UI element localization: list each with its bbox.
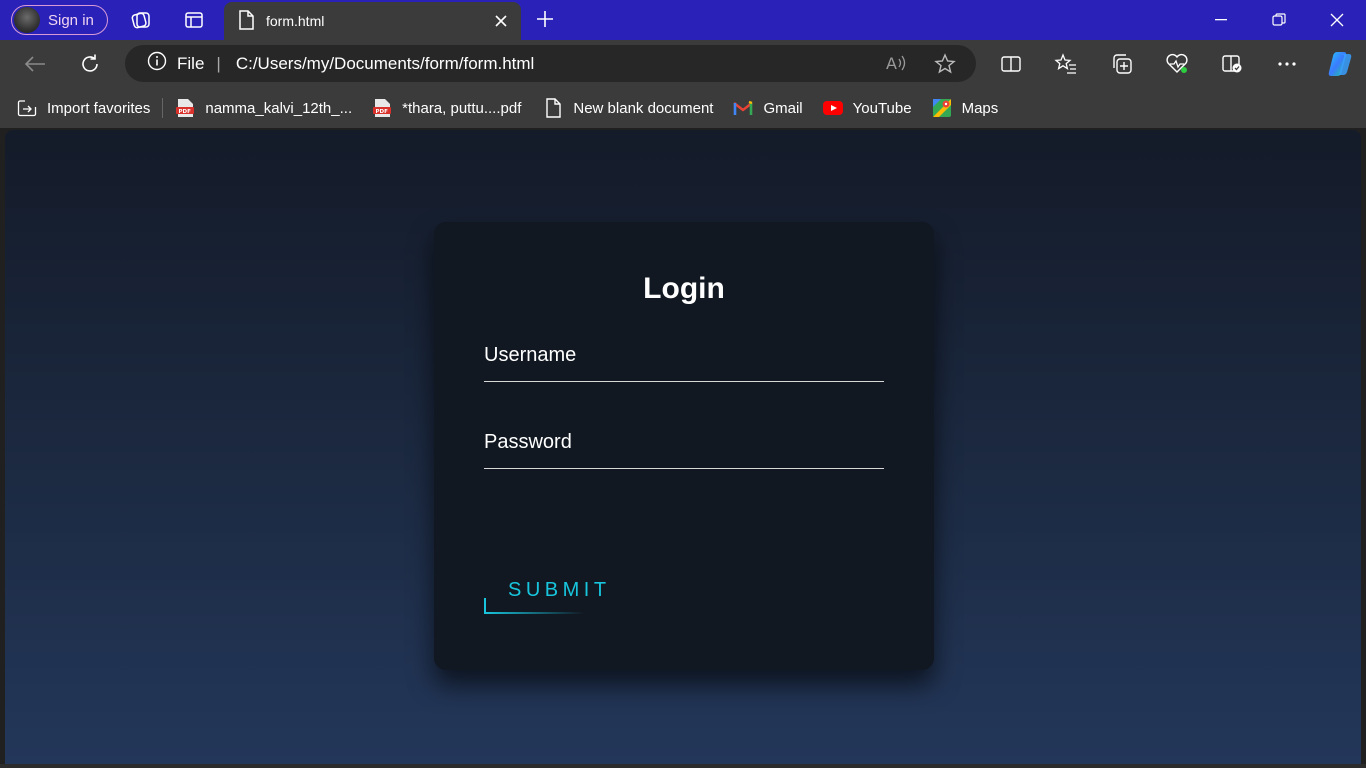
bookmark-label: *thara, puttu....pdf (402, 99, 522, 117)
close-window-icon[interactable] (1308, 0, 1366, 40)
avatar (14, 7, 40, 33)
gmail-icon (733, 98, 754, 118)
favorites-icon[interactable] (1054, 52, 1078, 76)
pdf-icon: PDF (175, 98, 195, 118)
password-field[interactable]: Password (484, 429, 884, 469)
submit-label: SUBMIT (508, 579, 611, 601)
favorite-star-icon[interactable] (934, 53, 956, 80)
read-aloud-icon[interactable]: A (886, 53, 908, 78)
maps-icon (932, 98, 952, 118)
document-icon (543, 98, 563, 118)
svg-text:A: A (886, 54, 897, 73)
bookmark-label: namma_kalvi_12th_... (205, 99, 353, 117)
bookmark-thara-puttu[interactable]: PDF *thara, puttu....pdf (372, 93, 521, 123)
svg-text:PDF: PDF (179, 109, 192, 115)
address-separator: | (216, 53, 221, 73)
profile-button[interactable]: Sign in (11, 5, 108, 35)
bookmark-gmail[interactable]: Gmail (733, 93, 803, 123)
submit-accent-horizontal (484, 612, 584, 614)
bookmark-maps[interactable]: Maps (932, 93, 999, 123)
address-scheme: File (177, 53, 205, 73)
bookmark-new-blank-document[interactable]: New blank document (543, 93, 713, 123)
browser-essentials-icon[interactable] (1165, 52, 1189, 76)
password-label: Password (484, 431, 572, 453)
svg-text:PDF: PDF (376, 109, 389, 115)
bookmark-label: Import favorites (47, 99, 151, 117)
split-screen-icon[interactable] (999, 52, 1023, 76)
workspaces-icon[interactable] (130, 9, 152, 31)
username-field[interactable]: Username (484, 342, 884, 382)
bookmarks-bar: Import favorites PDF namma_kalvi_12th_..… (0, 88, 1366, 128)
copilot-icon[interactable] (1324, 48, 1356, 80)
tab-actions-icon[interactable] (183, 9, 205, 31)
tab-title: form.html (266, 13, 325, 29)
profile-label: Sign in (48, 11, 94, 29)
page-viewport: Login Username Password SUBMIT (5, 130, 1361, 764)
more-options-icon[interactable] (1275, 52, 1299, 76)
document-icon (238, 9, 254, 33)
close-tab-icon[interactable] (491, 11, 511, 31)
bottom-edge (0, 764, 1366, 768)
bookmark-separator (162, 98, 164, 118)
login-card: Login Username Password SUBMIT (434, 222, 934, 670)
submit-button[interactable]: SUBMIT (484, 568, 624, 616)
site-info-icon[interactable] (147, 51, 167, 76)
youtube-icon (822, 98, 843, 118)
restore-icon[interactable] (1250, 0, 1308, 40)
username-label: Username (484, 344, 577, 366)
import-icon (17, 98, 37, 118)
refresh-icon[interactable] (78, 52, 102, 76)
address-url[interactable]: C:/Users/my/Documents/form/form.html (236, 54, 535, 74)
immersive-reader-icon[interactable] (1220, 52, 1244, 76)
bookmark-label: Maps (961, 99, 999, 117)
bookmark-label: YouTube (852, 99, 912, 117)
toolbar: File | C:/Users/my/Documents/form/form.h… (0, 40, 1366, 88)
new-tab-icon[interactable] (534, 8, 556, 30)
bookmark-label: New blank document (573, 99, 714, 117)
title-bar: Sign in form.html (0, 0, 1366, 40)
collections-icon[interactable] (1110, 52, 1134, 76)
bookmark-import-favorites[interactable]: Import favorites (17, 93, 150, 123)
bookmark-label: Gmail (763, 99, 803, 117)
tab-form-html[interactable]: form.html (224, 2, 521, 40)
minimize-icon[interactable] (1192, 0, 1250, 40)
pdf-icon: PDF (372, 98, 392, 118)
bookmark-youtube[interactable]: YouTube (822, 93, 912, 123)
bookmark-namma-kalvi[interactable]: PDF namma_kalvi_12th_... (175, 93, 352, 123)
login-title: Login (643, 272, 725, 305)
back-arrow-icon[interactable] (23, 52, 47, 76)
address-bar[interactable]: File | C:/Users/my/Documents/form/form.h… (125, 45, 976, 82)
